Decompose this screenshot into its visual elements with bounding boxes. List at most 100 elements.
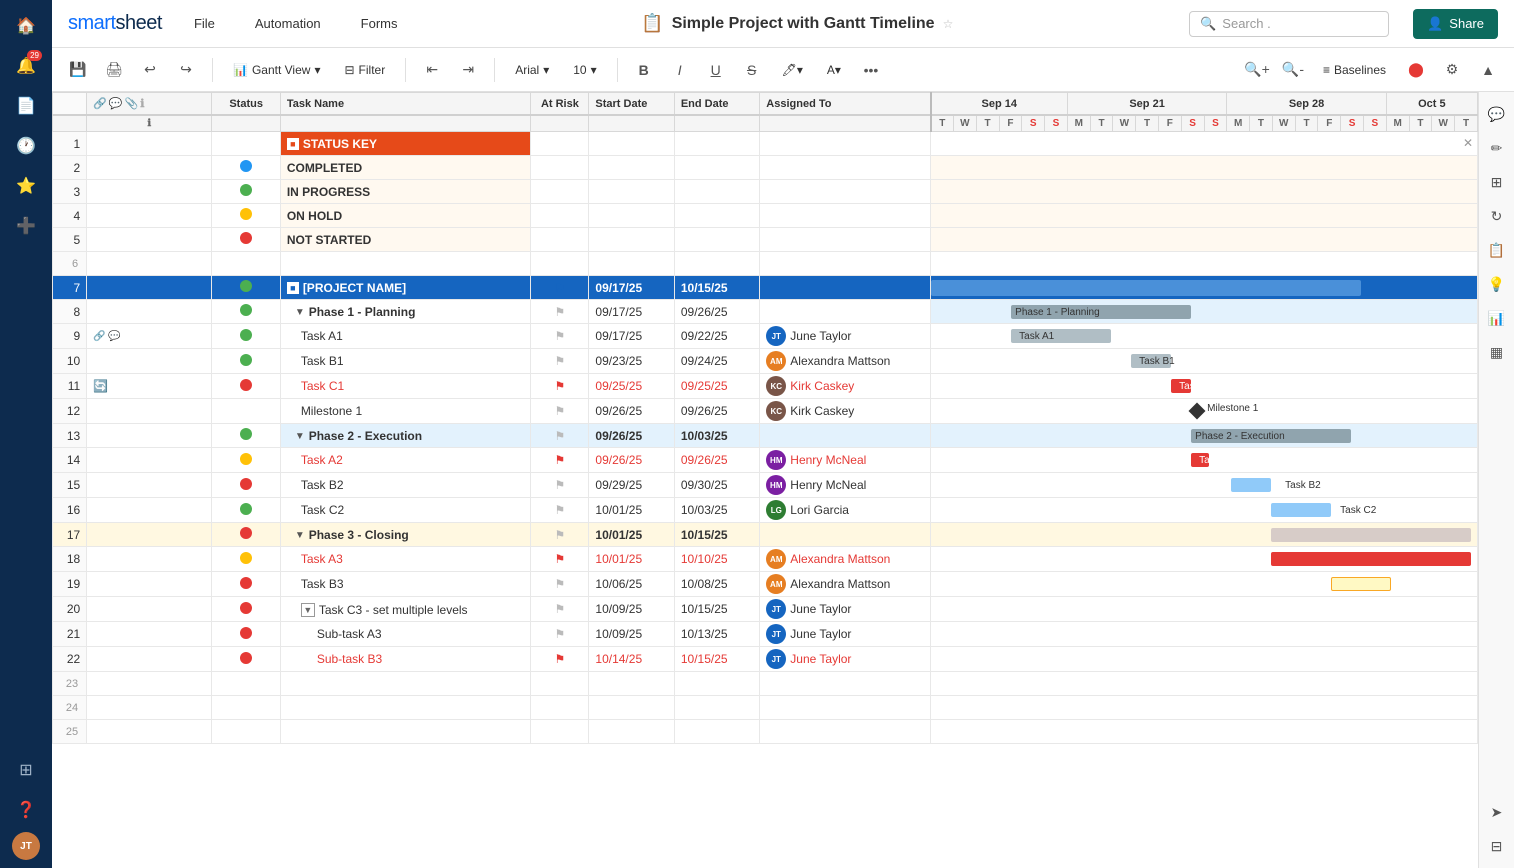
row-task: Task B3 xyxy=(280,572,531,597)
table-row: 17 ▼ Phase 3 - Closing ⚑ 10/01/25 10/15/… xyxy=(53,523,1478,547)
row-gantt xyxy=(931,720,1478,744)
assignee-name: Kirk Caskey xyxy=(790,404,854,418)
nav-file[interactable]: File xyxy=(186,12,223,35)
rs-expand-icon[interactable]: ⊟ xyxy=(1483,832,1511,860)
status-dot-green xyxy=(240,354,252,366)
row-assigned: JT June Taylor xyxy=(760,622,931,647)
print-button[interactable]: 🖨 xyxy=(100,56,128,84)
sidebar-help-icon[interactable]: ❓ xyxy=(8,792,44,828)
rs-chart-icon[interactable]: 📊 xyxy=(1483,304,1511,332)
sidebar-sheets-icon[interactable]: 📄 xyxy=(8,88,44,124)
rs-chat-icon[interactable]: 💬 xyxy=(1483,100,1511,128)
flag-icon: ⚑ xyxy=(555,329,566,343)
sidebar-apps-icon[interactable]: ⊞ xyxy=(8,752,44,788)
row-end xyxy=(674,252,759,276)
row-gantt xyxy=(931,523,1478,547)
undo-button[interactable]: ↩ xyxy=(136,56,164,84)
rs-layout-icon[interactable]: ⊞ xyxy=(1483,168,1511,196)
row-icons xyxy=(87,252,212,276)
row-number: 16 xyxy=(53,498,87,523)
zoom-in-button[interactable]: 🔍+ xyxy=(1243,56,1271,84)
row-assigned: HM Henry McNeal xyxy=(760,473,931,498)
font-selector[interactable]: Arial ▾ xyxy=(507,59,557,81)
flag-icon: ⚑ xyxy=(555,429,566,443)
font-size-selector[interactable]: 10 ▾ xyxy=(565,59,604,81)
zoom-out-button[interactable]: 🔍- xyxy=(1279,56,1307,84)
start-date-col-header: Start Date xyxy=(589,93,674,116)
row-end: 09/24/25 xyxy=(674,349,759,374)
end-date-col-header: End Date xyxy=(674,93,759,116)
search-placeholder: Search . xyxy=(1222,16,1270,31)
highlight-color-button[interactable]: 🖊▾ xyxy=(774,59,811,81)
sidebar-notification-icon[interactable]: 🔔 29 xyxy=(8,48,44,84)
row-assigned: KC Kirk Caskey xyxy=(760,374,931,399)
sidebar-recent-icon[interactable]: 🕐 xyxy=(8,128,44,164)
italic-button[interactable]: I xyxy=(666,56,694,84)
user-avatar[interactable]: JT xyxy=(12,832,40,860)
critical-path-button[interactable]: ⬤ xyxy=(1402,56,1430,84)
save-button[interactable]: 💾 xyxy=(64,56,92,84)
rs-send-icon[interactable]: ➤ xyxy=(1483,798,1511,826)
main-area: smartsheet File Automation Forms 📋 Simpl… xyxy=(52,0,1514,868)
table-row: 8 ▼ Phase 1 - Planning ⚑ 09/17/25 09/26/… xyxy=(53,300,1478,324)
phase2-bar: Phase 2 - Execution xyxy=(1191,429,1351,443)
row-assigned xyxy=(760,424,931,448)
share-button[interactable]: 👤 Share xyxy=(1413,9,1498,39)
rs-edit-icon[interactable]: ✏ xyxy=(1483,134,1511,162)
table-row: 19 Task B3 ⚑ 10/06/25 10/08/25 AM Alexan… xyxy=(53,572,1478,597)
bold-button[interactable]: B xyxy=(630,56,658,84)
redo-button[interactable]: ↪ xyxy=(172,56,200,84)
gantt-icon: 📊 xyxy=(233,63,248,77)
sidebar-add-icon[interactable]: ➕ xyxy=(8,208,44,244)
avatar-am: AM xyxy=(766,351,786,371)
gantt-sep21-header: Sep 21 xyxy=(1067,93,1226,116)
row-atrisk xyxy=(531,672,589,696)
nav-automation[interactable]: Automation xyxy=(247,12,329,35)
row-number: 10 xyxy=(53,349,87,374)
app-logo: smartsheet xyxy=(68,12,162,35)
rs-grid-icon[interactable]: ▦ xyxy=(1483,338,1511,366)
text-color-button[interactable]: A▾ xyxy=(819,59,849,81)
status-dot-red xyxy=(240,627,252,639)
rs-report-icon[interactable]: 📋 xyxy=(1483,236,1511,264)
row-assigned xyxy=(760,132,931,156)
filter-button[interactable]: ⊟ Filter xyxy=(336,59,393,81)
flag-icon: ⚑ xyxy=(555,379,566,393)
favorite-icon[interactable]: ☆ xyxy=(943,17,954,31)
sheet-area[interactable]: 🔗 💬 📎 ℹ Status Task Name xyxy=(52,92,1478,868)
settings-button[interactable]: ⚙ xyxy=(1438,56,1466,84)
underline-button[interactable]: U xyxy=(702,56,730,84)
row-number: 17 xyxy=(53,523,87,547)
d-oct5-t2: T xyxy=(1455,115,1478,132)
row-assigned: LG Lori Garcia xyxy=(760,498,931,523)
row-atrisk xyxy=(531,228,589,252)
avatar-am: AM xyxy=(766,574,786,594)
row-start: 10/01/25 xyxy=(589,523,674,547)
status-dot-red xyxy=(240,379,252,391)
row-status xyxy=(212,597,280,622)
close-icon[interactable]: ✕ xyxy=(1463,136,1473,150)
more-options-button[interactable]: ••• xyxy=(857,56,885,84)
search-box[interactable]: 🔍 Search . xyxy=(1189,11,1389,37)
gantt-view-button[interactable]: 📊 Gantt View ▾ xyxy=(225,59,328,81)
sidebar-favorites-icon[interactable]: ⭐ xyxy=(8,168,44,204)
indent-dec-button[interactable]: ⇤ xyxy=(418,56,446,84)
indent-inc-button[interactable]: ⇥ xyxy=(454,56,482,84)
rs-history-icon[interactable]: ↻ xyxy=(1483,202,1511,230)
row-start xyxy=(589,204,674,228)
row-end: 10/15/25 xyxy=(674,597,759,622)
top-nav: smartsheet File Automation Forms 📋 Simpl… xyxy=(52,0,1514,48)
table-row: 21 Sub-task A3 ⚑ 10/09/25 10/13/25 JT Ju… xyxy=(53,622,1478,647)
row-end: 09/22/25 xyxy=(674,324,759,349)
row-assigned: JT June Taylor xyxy=(760,597,931,622)
table-row: 10 Task B1 ⚑ 09/23/25 09/24/25 AM Alexan… xyxy=(53,349,1478,374)
sidebar-home-icon[interactable]: 🏠 xyxy=(8,8,44,44)
rs-insights-icon[interactable]: 💡 xyxy=(1483,270,1511,298)
taskb3-bar xyxy=(1331,577,1391,591)
row-assigned: AM Alexandra Mattson xyxy=(760,547,931,572)
strikethrough-button[interactable]: S xyxy=(738,56,766,84)
baselines-button[interactable]: ≡ Baselines xyxy=(1315,59,1394,81)
milestone-label: Milestone 1 xyxy=(1207,403,1258,414)
nav-forms[interactable]: Forms xyxy=(353,12,406,35)
collapse-button[interactable]: ▲ xyxy=(1474,56,1502,84)
